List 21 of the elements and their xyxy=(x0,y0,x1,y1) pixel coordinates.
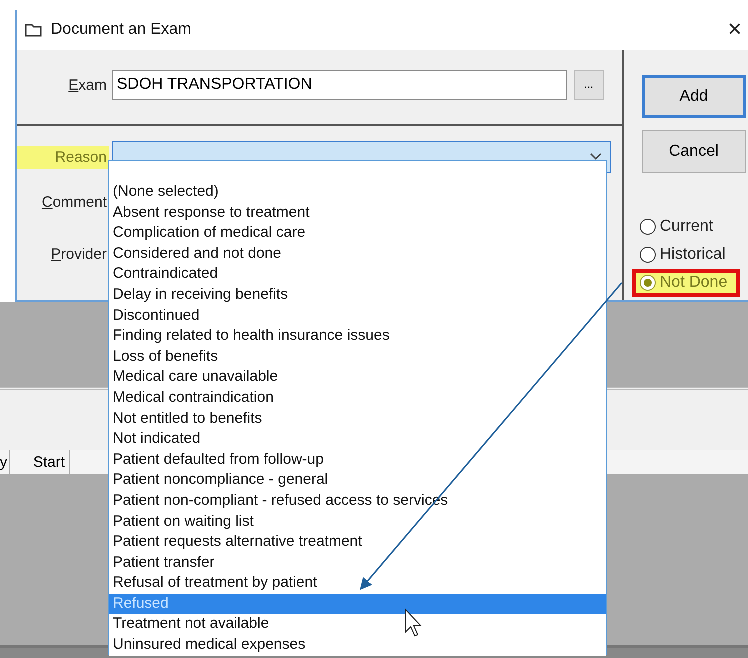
close-button[interactable]: × xyxy=(728,18,742,42)
status-radio[interactable]: Historical xyxy=(632,241,740,269)
radio-label: Current xyxy=(660,218,714,236)
dialog-button[interactable]: Cancel xyxy=(642,130,746,173)
status-radio[interactable]: Current xyxy=(632,213,740,241)
reason-label: Reason xyxy=(17,146,109,168)
provider-label: Provider xyxy=(50,244,108,264)
column-header[interactable]: Start xyxy=(10,450,70,474)
exam-field[interactable]: SDOH TRANSPORTATION xyxy=(112,70,567,100)
dialog-button[interactable]: Add xyxy=(642,75,746,118)
mouse-cursor-icon xyxy=(406,608,422,637)
radio-label: Not Done xyxy=(660,274,728,292)
browse-button[interactable]: ... xyxy=(574,70,604,100)
dropdown-option[interactable]: Uninsured medical expenses xyxy=(109,635,606,656)
radio-label: Historical xyxy=(660,246,726,264)
column-header[interactable]: y xyxy=(0,450,10,474)
window-icon xyxy=(25,22,43,38)
status-radio[interactable]: Not Done xyxy=(632,269,740,297)
comment-label: Comment xyxy=(40,192,108,212)
window-title: Document an Exam xyxy=(51,21,193,39)
exam-label: Exam xyxy=(68,76,108,96)
